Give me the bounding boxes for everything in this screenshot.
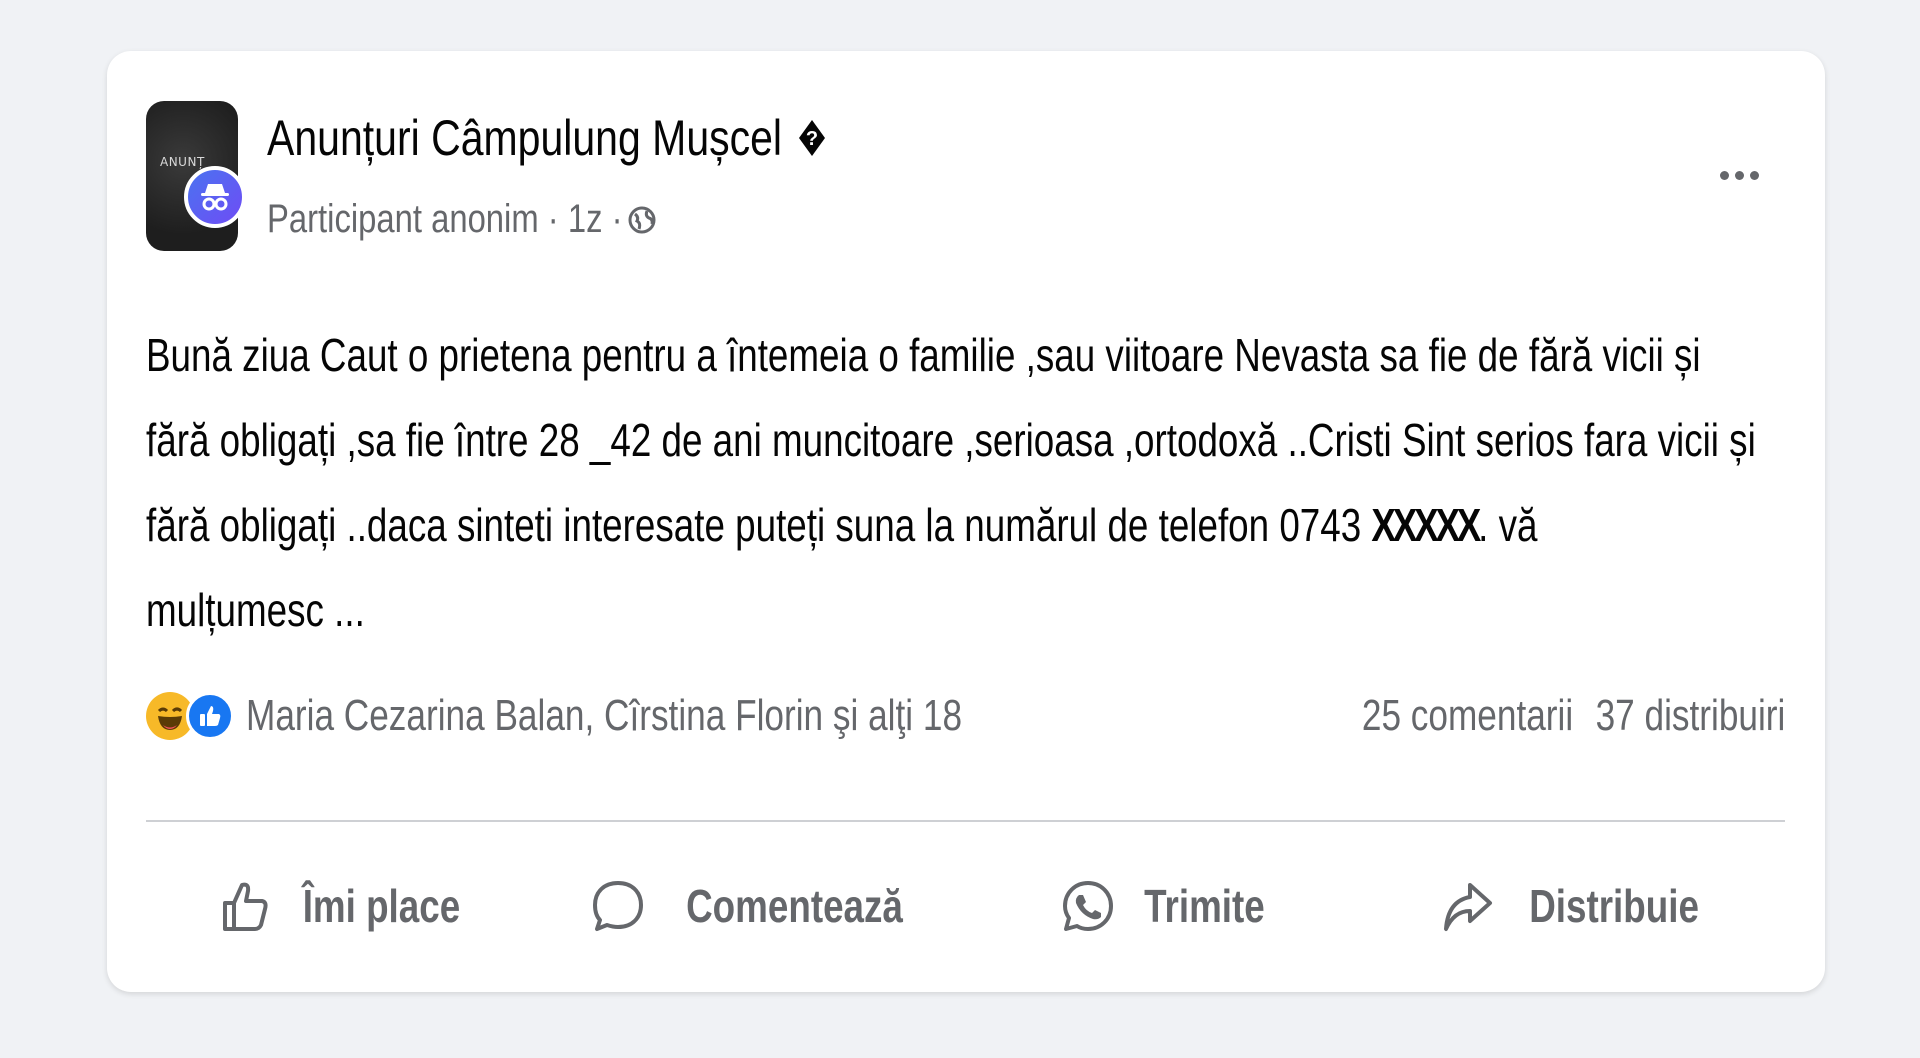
like-icon bbox=[186, 692, 234, 740]
group-name-link[interactable]: Anunțuri Câmpulung Mușcel bbox=[267, 109, 782, 167]
share-arrow-icon bbox=[1444, 883, 1493, 931]
share-label: Distribuie bbox=[1529, 880, 1699, 932]
post-body-line: fără obligați ,sa fie între 28 _42 de an… bbox=[146, 414, 1756, 466]
post-card: ANUNȚ Anunțuri Câmpulung Mușcel ? Partic… bbox=[107, 51, 1825, 992]
more-dot bbox=[1734, 170, 1744, 180]
group-avatar-text: ANUNȚ bbox=[160, 155, 205, 169]
author-name[interactable]: Participant anonim bbox=[267, 197, 539, 241]
post-body: Bună ziua Caut o prietena pentru a întem… bbox=[146, 313, 1756, 653]
shares-count[interactable]: 37 distribuiri bbox=[1595, 691, 1785, 741]
comments-count[interactable]: 25 comentarii bbox=[1362, 691, 1573, 741]
comment-label: Comentează bbox=[686, 880, 904, 932]
like-label: Îmi place bbox=[303, 880, 461, 932]
post-meta-text: Participant anonim · 1z · bbox=[267, 197, 623, 242]
reactors-names[interactable]: Maria Cezarina Balan, Cîrstina Florin şi… bbox=[246, 691, 962, 741]
meta-separator: · bbox=[547, 197, 559, 241]
anonymous-avatar-icon bbox=[184, 166, 246, 228]
post-header-title: Anunțuri Câmpulung Mușcel ? bbox=[267, 109, 827, 167]
actions-divider bbox=[146, 820, 1785, 822]
post-meta: Participant anonim · 1z · bbox=[267, 197, 657, 242]
engagement-counts: 25 comentarii 37 distribuiri bbox=[1362, 691, 1785, 741]
post-timestamp[interactable]: 1z bbox=[568, 197, 603, 241]
whatsapp-icon bbox=[1062, 881, 1113, 931]
more-dot bbox=[1749, 170, 1759, 180]
reactions-summary[interactable]: Maria Cezarina Balan, Cîrstina Florin şi… bbox=[146, 691, 1141, 741]
globe-icon bbox=[628, 206, 656, 233]
send-button[interactable]: Trimite bbox=[966, 851, 1376, 961]
post-body-line-text: fără obligați ..daca sinteti interesate … bbox=[146, 499, 1372, 551]
post-body-line: fără obligați ..daca sinteti interesate … bbox=[146, 483, 1746, 568]
post-actions: Îmi place Comentează Trimite Distribuie bbox=[146, 851, 1785, 961]
thumb-up-icon bbox=[223, 882, 268, 931]
haha-face-icon bbox=[157, 707, 183, 730]
incognito-icon bbox=[201, 184, 229, 211]
share-button[interactable]: Distribuie bbox=[1375, 851, 1785, 961]
comment-button[interactable]: Comentează bbox=[556, 851, 966, 961]
more-dot bbox=[1719, 170, 1729, 180]
unknown-glyph-icon: ? bbox=[799, 120, 826, 156]
thumb-icon bbox=[200, 706, 221, 726]
meta-separator: · bbox=[611, 197, 623, 241]
post-avatar[interactable]: ANUNȚ bbox=[146, 101, 252, 251]
post-body-line: mulțumesc ... bbox=[146, 584, 365, 636]
send-label: Trimite bbox=[1144, 880, 1265, 932]
comment-bubble-icon bbox=[593, 881, 644, 931]
svg-text:?: ? bbox=[806, 128, 818, 150]
more-options-button[interactable] bbox=[1709, 155, 1769, 195]
like-button[interactable]: Îmi place bbox=[146, 851, 556, 961]
post-body-line-tail: . vă bbox=[1478, 499, 1538, 551]
post-body-line: Bună ziua Caut o prietena pentru a întem… bbox=[146, 329, 1701, 381]
redacted-phone: XXXXX bbox=[1371, 499, 1481, 551]
